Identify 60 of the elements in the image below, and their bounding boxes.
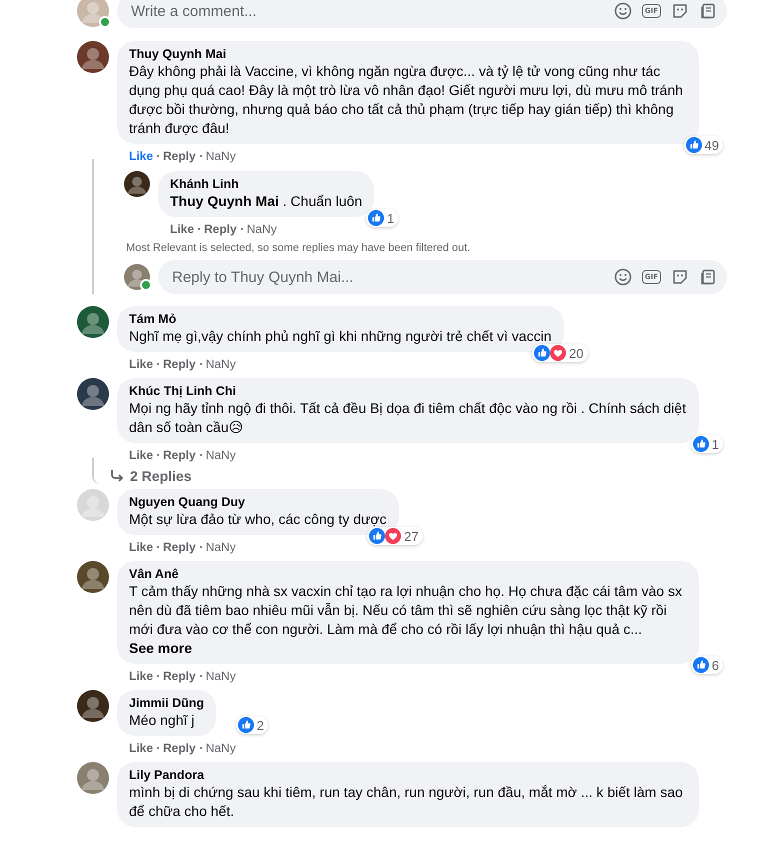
- timestamp[interactable]: NaNy: [206, 448, 236, 462]
- view-replies-link[interactable]: 2 Replies: [104, 464, 727, 484]
- comment-text: Thuy Quynh Mai . Chuẩn luôn: [170, 192, 362, 211]
- comment-text: Đây không phải là Vaccine, vì không ngăn ngừa được... và tỷ lệ tử vong cũng như tác dụng phụ quá cao! Đây là một trò lừa vô nhân đạo! Giết người mưu lợi, dù mưu mô tránh được bồi thường, nhưng quả báo cho tất cả thủ phạm (trực tiếp hay gián tiếp) thì không tránh được đâu!: [129, 62, 684, 138]
- avatar[interactable]: [77, 41, 109, 73]
- like-link[interactable]: Like: [129, 668, 154, 684]
- reply-link[interactable]: Reply: [163, 148, 196, 164]
- author-name[interactable]: Jimmii Dũng: [129, 696, 204, 711]
- timestamp[interactable]: NaNy: [206, 148, 236, 164]
- comment-text: T cảm thấy những nhà sx vacxin chỉ tạo ra lợi nhuận cho họ. Họ chưa đặc cái tâm vào sx nên dù đã tiêm bao nhiêu mũi vẫn bị. Nếu có tâm thì sẽ nghiên cứu sàng lọc thật kỹ rồi mới đưa vào cơ thể con người. Làm mà để cho có rồi lấy lợi nhuận thì hậu quả c... See more: [129, 582, 683, 658]
- like-link[interactable]: Like: [129, 148, 154, 164]
- author-name[interactable]: Khánh Linh: [170, 177, 362, 192]
- timestamp[interactable]: NaNy: [206, 740, 236, 756]
- author-name[interactable]: Tám Mỏ: [129, 312, 552, 327]
- comment-text: Một sự lừa đảo từ who, các công ty dược: [129, 510, 387, 529]
- like-link[interactable]: Like: [129, 540, 154, 554]
- timestamp[interactable]: NaNy: [206, 356, 236, 372]
- timestamp[interactable]: NaNy: [206, 540, 236, 554]
- author-name[interactable]: Vân Anê: [129, 567, 687, 582]
- comment-text: Méo nghĩ j: [129, 711, 196, 730]
- like-link[interactable]: Like: [170, 222, 194, 236]
- reaction-summary[interactable]: 20: [532, 344, 588, 362]
- author-name[interactable]: Lily Pandora: [129, 768, 687, 783]
- reaction-summary[interactable]: 49: [684, 136, 723, 154]
- reply-arrow-icon: [110, 469, 124, 483]
- comment-text: mình bị di chứng sau khi tiêm, run tay chân, run người, run đầu, mắt mờ ... k biết làm sao để chữa cho hết.: [129, 783, 684, 821]
- avatar[interactable]: [124, 171, 150, 197]
- filter-notice: Most Relevant is selected, so some replies may have been filtered out.: [125, 242, 472, 254]
- reply-link[interactable]: Reply: [163, 540, 196, 554]
- like-link[interactable]: Like: [129, 448, 154, 462]
- emoji-icon[interactable]: [614, 2, 632, 20]
- comment-text: Nghĩ mẹ gì,vậy chính phủ nghĩ gì khi những người trẻ chết vì vaccin: [129, 327, 552, 346]
- timestamp[interactable]: NaNy: [246, 222, 277, 236]
- reaction-summary[interactable]: 1: [366, 209, 398, 227]
- avatar[interactable]: [77, 561, 109, 593]
- reply-link[interactable]: Reply: [163, 448, 196, 462]
- note-icon[interactable]: [699, 268, 717, 286]
- reaction-summary[interactable]: 1: [690, 435, 723, 453]
- reply-link[interactable]: Reply: [204, 222, 237, 236]
- reply-link[interactable]: Reply: [163, 740, 196, 756]
- timestamp[interactable]: NaNy: [206, 668, 236, 684]
- sticker-icon[interactable]: [671, 268, 689, 286]
- author-name[interactable]: Khúc Thị Linh Chi: [129, 384, 687, 399]
- note-icon[interactable]: [699, 2, 717, 20]
- author-name[interactable]: Thuy Quynh Mai: [129, 47, 687, 62]
- like-link[interactable]: Like: [129, 740, 154, 756]
- reply-link[interactable]: Reply: [163, 356, 196, 372]
- reaction-summary[interactable]: 6: [690, 656, 723, 674]
- avatar[interactable]: [77, 690, 109, 722]
- avatar[interactable]: [77, 378, 109, 410]
- reaction-summary[interactable]: 27: [367, 527, 423, 545]
- avatar[interactable]: [77, 306, 109, 338]
- like-link[interactable]: Like: [129, 356, 154, 372]
- see-more-link[interactable]: See more: [129, 640, 192, 656]
- emoji-icon[interactable]: [614, 268, 632, 286]
- author-name[interactable]: Nguyen Quang Duy: [129, 495, 387, 510]
- reply-link[interactable]: Reply: [163, 668, 196, 684]
- reaction-summary[interactable]: 2: [236, 716, 268, 734]
- sticker-icon[interactable]: [671, 2, 689, 20]
- comment-text: Mọi ng hãy tỉnh ngộ đi thôi. Tất cả đều Bị dọa đi tiêm chất độc vào ng rồi . Chính sách diệt dân số toàn cầu😥: [129, 399, 687, 437]
